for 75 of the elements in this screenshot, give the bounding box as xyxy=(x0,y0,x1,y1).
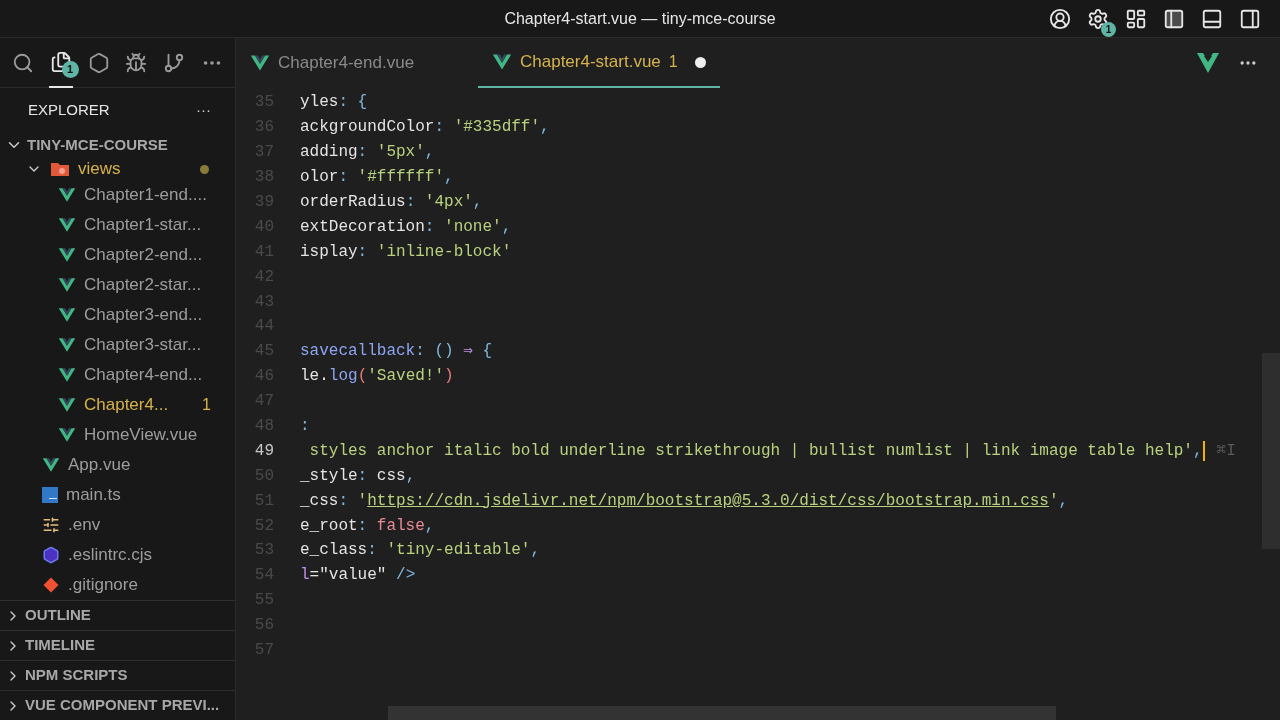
window-title: Chapter4-start.vue — tiny-mce-course xyxy=(504,8,776,29)
code-line: olor: '#ffffff', xyxy=(300,167,454,189)
vue-icon xyxy=(42,456,60,474)
panel-section-header[interactable]: NPM SCRIPTS xyxy=(0,660,235,690)
vue-icon xyxy=(58,216,76,234)
code-line: orderRadius: '4px', xyxy=(300,192,483,213)
vue-icon xyxy=(58,336,76,354)
layout-icon[interactable] xyxy=(1125,8,1147,30)
bug-icon[interactable] xyxy=(125,51,148,74)
panel-section-header[interactable]: VUE COMPONENT PREVI... xyxy=(0,690,235,720)
file-tree-item[interactable]: HomeView.vue xyxy=(0,420,235,450)
text-cursor xyxy=(1202,440,1205,461)
file-tree-item[interactable]: Chapter2-star... xyxy=(0,270,235,300)
notification-badge: 1 xyxy=(61,60,79,78)
notification-badge: 1 xyxy=(1101,22,1116,37)
hexagon-icon xyxy=(42,546,60,564)
code-line: styles anchor italic bold underline strikethrough | bullist numlist | link image table help', ⌘I xyxy=(308,439,1236,463)
account-icon[interactable] xyxy=(1049,8,1071,30)
branch-icon[interactable] xyxy=(163,51,186,74)
file-tree-item[interactable]: Chapter4-end... xyxy=(0,360,235,390)
vue-icon xyxy=(58,306,76,324)
diamond-icon[interactable] xyxy=(87,51,110,74)
code-line: le.log('Saved!') xyxy=(300,366,454,388)
vue-icon xyxy=(250,53,270,73)
problem-count: 1 xyxy=(202,395,212,415)
files-icon[interactable] xyxy=(49,50,72,73)
file-tree-item[interactable]: Chapter3-end... xyxy=(0,300,235,330)
code-line: ackgroundColor: '#335dff', xyxy=(300,117,550,139)
code-line: isplay: 'inline-block' xyxy=(300,241,512,263)
file-tree-item[interactable]: .env xyxy=(0,510,235,540)
file-tree-item[interactable]: App.vue xyxy=(0,450,235,480)
code-line: _css: 'https://cdn.jsdelivr.net/npm/bootstrap@5.3.0/dist/css/bootstrap.min.css', xyxy=(300,490,1069,512)
vue-icon xyxy=(58,426,76,444)
code-line: : xyxy=(300,416,310,437)
vue-icon xyxy=(492,52,512,72)
code-line: savecallback: () ⇒ { xyxy=(300,341,493,363)
vue-icon xyxy=(58,396,76,414)
file-tree-item[interactable]: .gitignore xyxy=(0,570,235,600)
file-tree-item[interactable]: Chapter2-end... xyxy=(0,240,235,270)
problem-count: 1 xyxy=(668,52,678,72)
sliders-icon xyxy=(42,516,60,534)
typescript-file-icon xyxy=(42,487,58,503)
code-line: extDecoration: 'none', xyxy=(300,216,512,238)
code-line: l="value" /> xyxy=(300,565,416,587)
git-icon xyxy=(42,576,60,594)
tree-root-item[interactable]: TINY-MCE-COURSE xyxy=(0,132,235,158)
editor-tab[interactable]: Chapter4-end.vue xyxy=(236,38,478,88)
panel-section-header[interactable]: OUTLINE xyxy=(0,600,235,630)
panel-section-header[interactable]: TIMELINE xyxy=(0,630,235,660)
vue-icon xyxy=(58,366,76,384)
file-tree-item[interactable]: views xyxy=(0,158,235,180)
folder-icon xyxy=(50,161,70,177)
sidebar-toggle-icon[interactable] xyxy=(1163,8,1185,30)
file-tree-item[interactable]: Chapter4... 1 xyxy=(0,390,235,420)
code-line: adding: '5px', xyxy=(300,142,435,164)
file-tree-item[interactable]: main.ts xyxy=(0,480,235,510)
file-tree-item[interactable]: Chapter1-end.... xyxy=(0,180,235,210)
editor-tab[interactable]: Chapter4-start.vue 1 xyxy=(478,38,720,88)
secondary-sidebar-icon[interactable] xyxy=(1239,8,1261,30)
more-button[interactable]: ··· xyxy=(196,98,211,122)
vue-icon xyxy=(58,276,76,294)
file-tree-item[interactable]: Chapter1-star... xyxy=(0,210,235,240)
vue-icon xyxy=(58,246,76,264)
vue-icon xyxy=(58,186,76,204)
code-line: _style: css, xyxy=(300,465,416,487)
search-icon[interactable] xyxy=(11,51,34,74)
code-line: e_class: 'tiny-editable', xyxy=(300,540,541,562)
code-line: yles: { xyxy=(300,92,368,114)
vue-preview-icon[interactable] xyxy=(1196,52,1220,74)
code-line: e_root: false, xyxy=(300,515,435,537)
file-tree-item[interactable]: Chapter3-star... xyxy=(0,330,235,360)
file-tree-item[interactable]: .eslintrc.cjs xyxy=(0,540,235,570)
panel-toggle-icon[interactable] xyxy=(1201,8,1223,30)
line-number: 49 xyxy=(253,440,274,462)
explorer-title: EXPLORER xyxy=(28,99,110,120)
